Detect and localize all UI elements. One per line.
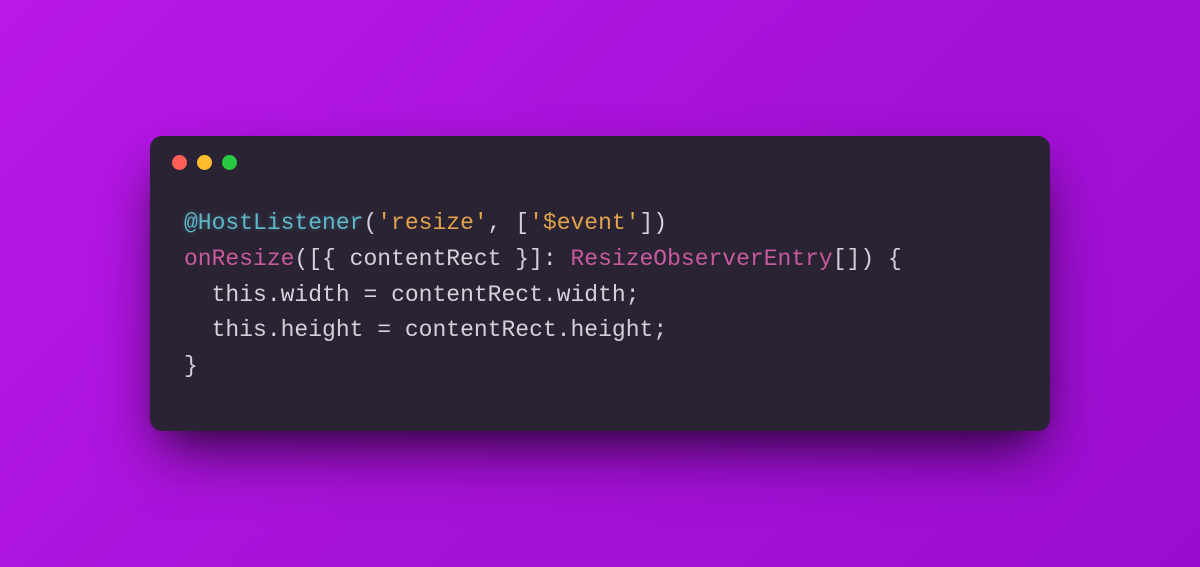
operator-token: = [363,317,404,343]
punct-token: ; [653,317,667,343]
indent [184,282,212,308]
indent [184,317,212,343]
punct-token: }]: [501,246,570,272]
punct-token: ([{ [294,246,349,272]
punct-token: ( [363,210,377,236]
code-line-5: } [184,353,198,379]
decorator-token: @HostListener [184,210,363,236]
window-zoom-icon[interactable] [222,155,237,170]
code-block: @HostListener('resize', ['$event']) onRe… [150,188,1050,430]
code-line-3: this.width = contentRect.width; [184,282,640,308]
function-name-token: onResize [184,246,294,272]
code-line-1: @HostListener('resize', ['$event']) [184,210,667,236]
code-line-4: this.height = contentRect.height; [184,317,667,343]
operator-token: = [350,282,391,308]
identifier-token: contentRect [350,246,502,272]
punct-token: ]) [640,210,668,236]
punct-token: [] [833,246,861,272]
punct-token: ) { [860,246,901,272]
punct-token: , [ [488,210,529,236]
window-minimize-icon[interactable] [197,155,212,170]
code-line-2: onResize([{ contentRect }]: ResizeObserv… [184,246,902,272]
string-token: '$event' [529,210,639,236]
code-window: @HostListener('resize', ['$event']) onRe… [150,136,1050,430]
identifier-token: contentRect.height [405,317,653,343]
identifier-token: contentRect.width [391,282,626,308]
punct-token: } [184,353,198,379]
identifier-token: this.height [212,317,364,343]
identifier-token: this.width [212,282,350,308]
window-titlebar [150,136,1050,188]
string-token: 'resize' [377,210,487,236]
type-token: ResizeObserverEntry [570,246,832,272]
punct-token: ; [626,282,640,308]
window-close-icon[interactable] [172,155,187,170]
